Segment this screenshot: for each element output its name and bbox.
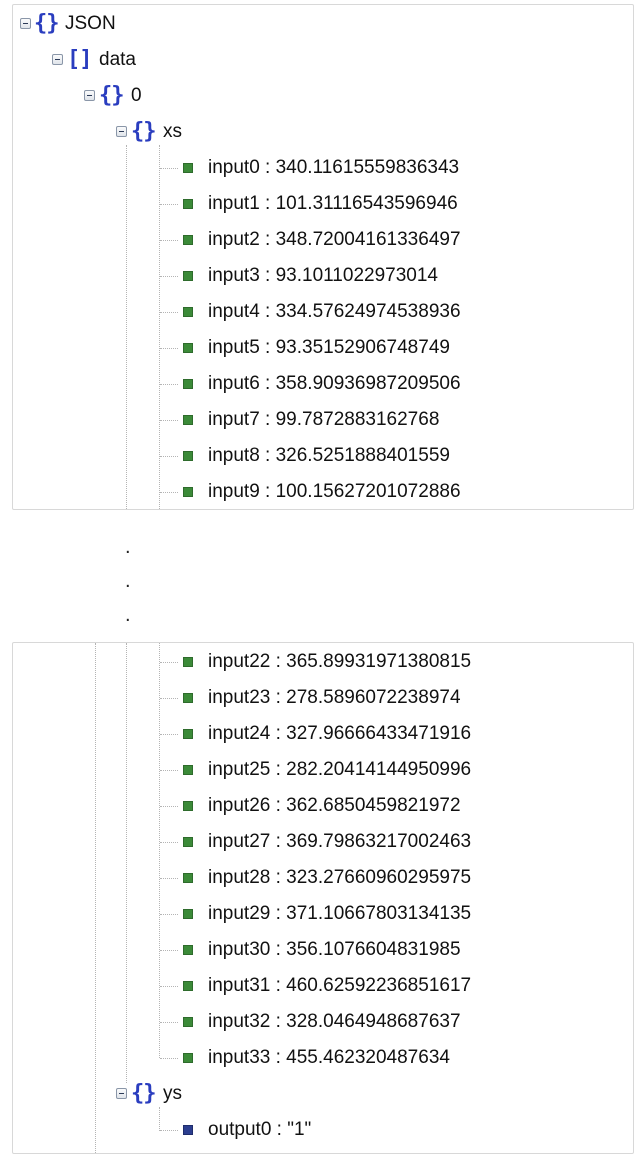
list-item[interactable]: output0 : "1" bbox=[208, 1118, 311, 1142]
green-square-icon bbox=[183, 909, 193, 919]
tree-connector bbox=[160, 1130, 178, 1131]
list-item[interactable]: input8 : 326.5251888401559 bbox=[208, 444, 450, 468]
tree-connector bbox=[160, 842, 178, 843]
list-item[interactable]: input4 : 334.57624974538936 bbox=[208, 300, 461, 324]
json-tree-panel-bottom: input22 : 365.89931971380815 input23 : 2… bbox=[12, 642, 634, 1154]
node-label-ys[interactable]: ys bbox=[163, 1082, 182, 1106]
green-square-icon bbox=[183, 1017, 193, 1027]
tree-connector bbox=[160, 492, 178, 493]
tree-connector bbox=[160, 240, 178, 241]
list-item[interactable]: input32 : 328.0464948687637 bbox=[208, 1010, 461, 1034]
green-square-icon bbox=[183, 657, 193, 667]
green-square-icon bbox=[183, 765, 193, 775]
tree-connector bbox=[160, 878, 178, 879]
green-square-icon bbox=[183, 729, 193, 739]
green-square-icon bbox=[183, 379, 193, 389]
collapse-toggle-icon[interactable] bbox=[52, 54, 63, 65]
green-square-icon bbox=[183, 343, 193, 353]
braces-icon: {} bbox=[131, 119, 156, 144]
green-square-icon bbox=[183, 415, 193, 425]
brackets-icon: [] bbox=[67, 47, 92, 72]
tree-connector bbox=[160, 1022, 178, 1023]
node-label-json[interactable]: JSON bbox=[65, 12, 116, 36]
tree-connector bbox=[126, 145, 127, 509]
list-item[interactable]: input31 : 460.62592236851617 bbox=[208, 974, 471, 998]
node-label-0[interactable]: 0 bbox=[131, 84, 142, 108]
list-item[interactable]: input23 : 278.5896072238974 bbox=[208, 686, 461, 710]
list-item[interactable]: input7 : 99.7872883162768 bbox=[208, 408, 439, 432]
list-item[interactable]: input29 : 371.10667803134135 bbox=[208, 902, 471, 926]
blue-square-icon bbox=[183, 1125, 193, 1135]
tree-connector bbox=[160, 1058, 178, 1059]
tree-connector bbox=[160, 420, 178, 421]
braces-icon: {} bbox=[34, 11, 59, 36]
collapse-toggle-icon[interactable] bbox=[20, 18, 31, 29]
braces-icon: {} bbox=[131, 1081, 156, 1106]
collapse-toggle-icon[interactable] bbox=[84, 90, 95, 101]
green-square-icon bbox=[183, 981, 193, 991]
green-square-icon bbox=[183, 945, 193, 955]
green-square-icon bbox=[183, 801, 193, 811]
ellipsis-dot: . bbox=[125, 570, 131, 592]
list-item[interactable]: input24 : 327.96666433471916 bbox=[208, 722, 471, 746]
green-square-icon bbox=[183, 271, 193, 281]
node-label-data[interactable]: data bbox=[99, 48, 136, 72]
list-item[interactable]: input22 : 365.89931971380815 bbox=[208, 650, 471, 674]
green-square-icon bbox=[183, 235, 193, 245]
green-square-icon bbox=[183, 693, 193, 703]
tree-connector bbox=[159, 145, 160, 509]
green-square-icon bbox=[183, 307, 193, 317]
green-square-icon bbox=[183, 163, 193, 173]
list-item[interactable]: input0 : 340.11615559836343 bbox=[208, 156, 459, 180]
green-square-icon bbox=[183, 1053, 193, 1063]
list-item[interactable]: input1 : 101.31116543596946 bbox=[208, 192, 458, 216]
list-item[interactable]: input25 : 282.20414144950996 bbox=[208, 758, 471, 782]
green-square-icon bbox=[183, 873, 193, 883]
list-item[interactable]: input9 : 100.15627201072886 bbox=[208, 480, 461, 504]
list-item[interactable]: input28 : 323.27660960295975 bbox=[208, 866, 471, 890]
list-item[interactable]: input3 : 93.1011022973014 bbox=[208, 264, 438, 288]
tree-connector bbox=[159, 1107, 160, 1131]
list-item[interactable]: input5 : 93.35152906748749 bbox=[208, 336, 450, 360]
tree-connector bbox=[160, 806, 178, 807]
tree-connector bbox=[160, 168, 178, 169]
list-item[interactable]: input26 : 362.6850459821972 bbox=[208, 794, 461, 818]
list-item[interactable]: input2 : 348.72004161336497 bbox=[208, 228, 461, 252]
tree-connector bbox=[160, 950, 178, 951]
tree-connector bbox=[160, 770, 178, 771]
tree-connector bbox=[160, 276, 178, 277]
tree-connector bbox=[160, 456, 178, 457]
list-item[interactable]: input30 : 356.1076604831985 bbox=[208, 938, 461, 962]
braces-icon: {} bbox=[99, 83, 124, 108]
ellipsis-dot: . bbox=[125, 604, 131, 626]
node-label-xs[interactable]: xs bbox=[163, 120, 182, 144]
tree-connector bbox=[160, 986, 178, 987]
list-item[interactable]: input6 : 358.90936987209506 bbox=[208, 372, 461, 396]
tree-connector bbox=[160, 384, 178, 385]
tree-connector bbox=[95, 643, 96, 1153]
tree-connector bbox=[160, 698, 178, 699]
tree-connector bbox=[160, 734, 178, 735]
list-item[interactable]: input27 : 369.79863217002463 bbox=[208, 830, 471, 854]
json-tree-panel-top: {} JSON [] data {} 0 {} xs input0 : 340.… bbox=[12, 4, 634, 510]
collapse-toggle-icon[interactable] bbox=[116, 126, 127, 137]
green-square-icon bbox=[183, 487, 193, 497]
tree-connector bbox=[159, 643, 160, 1058]
tree-connector bbox=[160, 662, 178, 663]
tree-connector bbox=[160, 204, 178, 205]
ellipsis-dot: . bbox=[125, 536, 131, 558]
tree-connector bbox=[160, 312, 178, 313]
green-square-icon bbox=[183, 199, 193, 209]
green-square-icon bbox=[183, 837, 193, 847]
green-square-icon bbox=[183, 451, 193, 461]
tree-connector bbox=[160, 348, 178, 349]
tree-connector bbox=[160, 914, 178, 915]
tree-connector bbox=[126, 643, 127, 1083]
list-item[interactable]: input33 : 455.462320487634 bbox=[208, 1046, 450, 1070]
collapse-toggle-icon[interactable] bbox=[116, 1088, 127, 1099]
